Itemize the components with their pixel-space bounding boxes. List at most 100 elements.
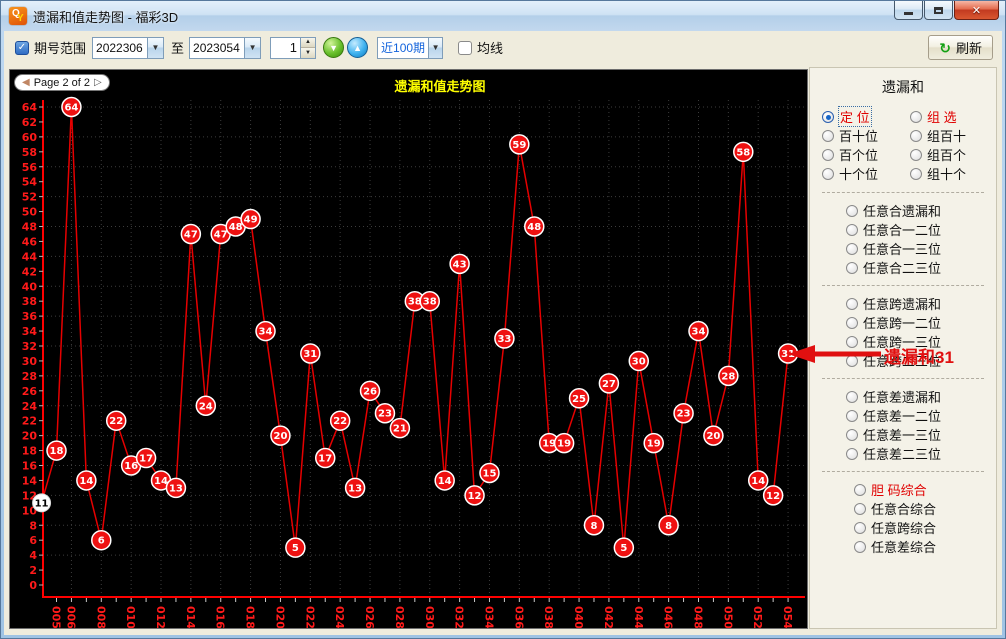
radio-label: 定 位 (839, 107, 871, 126)
svg-text:040: 040 (572, 606, 585, 628)
svg-text:16: 16 (124, 461, 138, 472)
radio-option[interactable]: 任意差一三位 (846, 425, 996, 444)
svg-text:6: 6 (29, 534, 37, 547)
radio-icon (910, 111, 922, 123)
radio-label: 百十位 (839, 126, 878, 145)
svg-text:48: 48 (527, 222, 541, 233)
radio-option[interactable]: 组十个 (910, 164, 998, 183)
svg-text:22: 22 (22, 415, 37, 428)
svg-text:30: 30 (22, 355, 38, 368)
spinner-up-button[interactable]: ▲ (301, 38, 315, 49)
spinner-down-button[interactable]: ▼ (301, 48, 315, 58)
svg-text:20: 20 (22, 430, 38, 443)
recent-periods-combo[interactable]: 近100期 ▼ (377, 37, 443, 59)
radio-option[interactable]: 任意差综合 (854, 537, 996, 556)
radio-label: 组百十 (927, 126, 966, 145)
divider (822, 192, 984, 193)
svg-text:12: 12 (468, 491, 482, 502)
radio-option[interactable]: 任意合二三位 (846, 258, 996, 277)
radio-option[interactable]: 定 位 (822, 107, 910, 126)
page-nav[interactable]: ◀ Page 2 of 2 ▷ (14, 74, 110, 91)
svg-text:52: 52 (22, 191, 37, 204)
arrow-down-icon: ▼ (329, 43, 338, 53)
svg-text:14: 14 (22, 474, 38, 487)
radio-label: 任意差二三位 (863, 444, 941, 463)
radio-option[interactable]: 任意合一二位 (846, 220, 996, 239)
svg-text:31: 31 (303, 349, 317, 360)
radio-option[interactable]: 组百个 (910, 145, 998, 164)
svg-text:2: 2 (29, 564, 37, 577)
close-button[interactable]: ✕ (954, 1, 999, 20)
svg-text:43: 43 (453, 259, 467, 270)
svg-text:21: 21 (393, 424, 407, 435)
radio-option[interactable]: 百个位 (822, 145, 910, 164)
svg-text:050: 050 (721, 606, 734, 628)
radio-option[interactable]: 任意跨综合 (854, 518, 996, 537)
svg-text:50: 50 (22, 206, 38, 219)
svg-text:27: 27 (602, 379, 616, 390)
svg-text:47: 47 (184, 229, 198, 240)
svg-text:038: 038 (542, 606, 555, 628)
radio-option[interactable]: 任意跨遗漏和 (846, 294, 996, 313)
radio-option[interactable]: 组 选 (910, 107, 998, 126)
svg-text:054: 054 (781, 606, 794, 628)
chevron-down-icon[interactable]: ▼ (244, 38, 260, 58)
radio-label: 组十个 (927, 164, 966, 183)
svg-text:8: 8 (665, 521, 672, 532)
page-up-button[interactable]: ▲ (347, 37, 368, 58)
svg-text:46: 46 (22, 235, 38, 248)
svg-text:6: 6 (98, 536, 105, 547)
svg-text:032: 032 (453, 606, 466, 628)
radio-option[interactable]: 任意合一三位 (846, 239, 996, 258)
radio-option[interactable]: 任意差一二位 (846, 406, 996, 425)
radio-option[interactable]: 组百十 (910, 126, 998, 145)
range-to-combo[interactable]: 2023054 ▼ (189, 37, 261, 59)
chevron-down-icon[interactable]: ▼ (428, 38, 442, 58)
svg-text:34: 34 (259, 327, 273, 338)
range-checkbox[interactable]: ✓ (15, 41, 29, 55)
page-down-button[interactable]: ▼ (323, 37, 344, 58)
chevron-down-icon[interactable]: ▼ (147, 38, 163, 58)
radio-icon (846, 298, 858, 310)
radio-option[interactable]: 任意合遗漏和 (846, 201, 996, 220)
radio-option[interactable]: 任意差遗漏和 (846, 387, 996, 406)
ma-checkbox[interactable] (458, 41, 472, 55)
page-prev-icon[interactable]: ◀ (22, 77, 30, 88)
annotation-arrow-icon (787, 340, 887, 368)
radio-option[interactable]: 任意合综合 (854, 499, 996, 518)
radio-option[interactable]: 十个位 (822, 164, 910, 183)
svg-text:48: 48 (22, 221, 37, 234)
minimize-button[interactable] (894, 1, 923, 20)
svg-text:38: 38 (22, 295, 37, 308)
radio-option[interactable]: 任意差二三位 (846, 444, 996, 463)
svg-text:56: 56 (22, 161, 38, 174)
range-from-combo[interactable]: 2022306 ▼ (92, 37, 164, 59)
radio-label: 组百个 (927, 145, 966, 164)
arrow-up-icon: ▲ (353, 43, 362, 53)
refresh-button[interactable]: ↻ 刷新 (928, 35, 993, 60)
radio-option[interactable]: 胆 码综合 (854, 480, 996, 499)
maximize-button[interactable] (924, 1, 953, 20)
svg-text:64: 64 (64, 103, 78, 114)
svg-text:005: 005 (50, 606, 63, 628)
radio-option[interactable]: 百十位 (822, 126, 910, 145)
radio-icon (854, 484, 866, 496)
radio-label: 任意合综合 (871, 499, 936, 518)
radio-label: 百个位 (839, 145, 878, 164)
annotation-label: 遗漏和31 (884, 343, 954, 368)
step-spinner[interactable]: 1 ▲ ▼ (270, 37, 316, 59)
svg-text:036: 036 (512, 606, 525, 628)
app-icon: Q Y (9, 7, 27, 25)
radio-icon (822, 149, 834, 161)
radio-option[interactable]: 任意跨一二位 (846, 313, 996, 332)
svg-text:14: 14 (438, 476, 452, 487)
svg-text:20: 20 (273, 431, 287, 442)
svg-text:62: 62 (22, 116, 37, 129)
page-next-icon[interactable]: ▷ (94, 77, 102, 88)
radio-group: 胆 码综合任意合综合任意跨综合任意差综合 (810, 477, 996, 559)
radio-icon (854, 522, 866, 534)
svg-text:18: 18 (50, 446, 64, 457)
radio-icon (854, 503, 866, 515)
svg-text:26: 26 (363, 386, 377, 397)
svg-text:54: 54 (22, 176, 38, 189)
